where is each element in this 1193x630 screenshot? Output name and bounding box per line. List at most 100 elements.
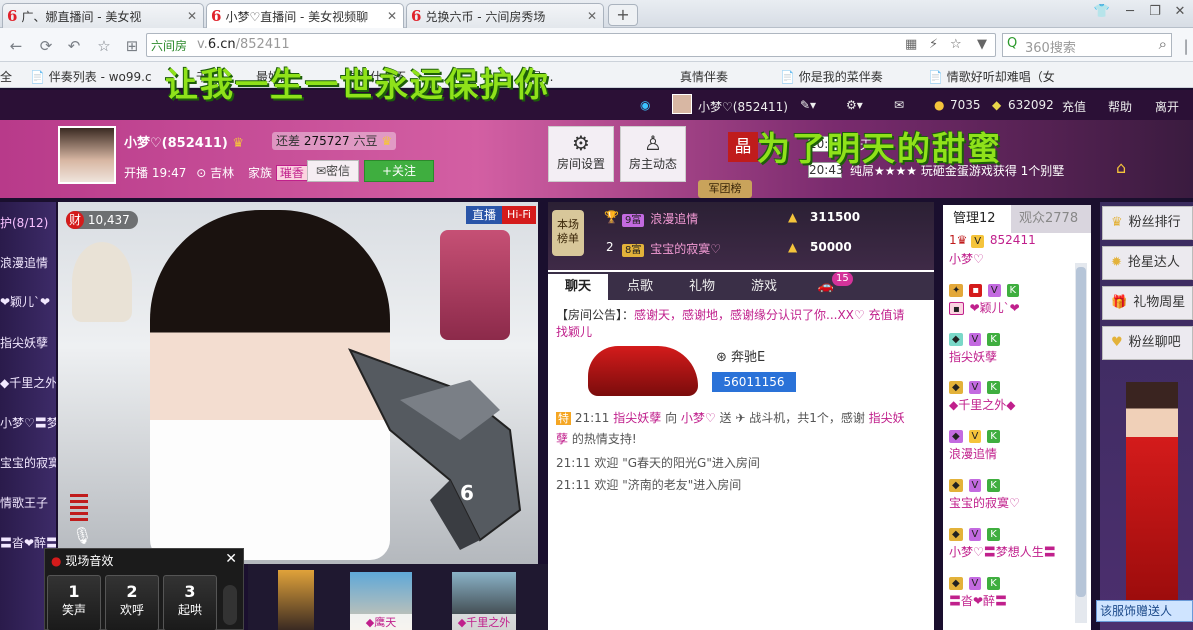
sfx-boo-button[interactable]: 3 起哄	[163, 575, 217, 630]
gift-weekly-button[interactable]: 🎁 礼物周星	[1102, 286, 1193, 320]
undo-icon[interactable]: ↶	[64, 36, 84, 56]
user-row[interactable]: ▪ ❤颖儿`❤	[949, 299, 1020, 316]
star-badge[interactable]: 晶	[728, 132, 758, 162]
tab-gift[interactable]: 礼物	[672, 274, 732, 300]
qrcode-icon[interactable]: ▦	[905, 37, 917, 52]
user-name[interactable]: 小梦♡	[949, 250, 984, 267]
bookmark-item[interactable]: 📄 伴奏列表 - wo99.c	[30, 68, 152, 85]
star-icon[interactable]: ☆	[94, 36, 114, 56]
guard-list-item[interactable]: ◆千里之外	[0, 374, 56, 391]
bookmark-item[interactable]: 📄 你是我的菜伴奏	[780, 68, 883, 85]
user-row[interactable]: ◆ V K	[949, 428, 1002, 443]
cartoon-avatar[interactable]	[278, 570, 314, 630]
minimize-icon[interactable]: ─	[1118, 2, 1142, 22]
ranking-row-1[interactable]: 9富 浪漫追情	[622, 210, 698, 227]
dropdown-arrow-icon[interactable]: ▼	[977, 37, 987, 52]
close-icon[interactable]: ✕	[387, 9, 397, 23]
user-row[interactable]: 1♛ V 852411	[949, 233, 1036, 248]
leave-link[interactable]: 离开	[1155, 98, 1179, 115]
user-name[interactable]: 浪漫追情	[949, 445, 997, 462]
streamer-meta: 开播 19:47 ⊙ 吉林 家族 璀香	[124, 164, 308, 181]
refresh-icon[interactable]: ⟳	[36, 36, 56, 56]
bookmark-item[interactable]: 真情伴奏	[680, 68, 728, 85]
search-icon[interactable]: ⌕	[1159, 35, 1167, 53]
tab-audience[interactable]: 观众2778	[1011, 205, 1091, 233]
maximize-icon[interactable]: ❐	[1143, 2, 1167, 22]
gear-icon[interactable]: ⚙▾	[846, 98, 863, 112]
room-settings-button[interactable]: ⚙ 房间设置	[548, 126, 614, 182]
menu-icon[interactable]: |	[1176, 36, 1193, 56]
fans-rank-button[interactable]: ♛ 粉丝排行	[1102, 206, 1193, 240]
browser-tab-3[interactable]: 6 兑换六币 - 六间房秀场 ✕	[406, 3, 604, 28]
bookmark-item[interactable]: 📄 情歌好听却难唱（女	[928, 68, 1055, 85]
tab-song[interactable]: 点歌	[610, 274, 670, 300]
user-row[interactable]: ◆ V K	[949, 477, 1002, 492]
user-row[interactable]: ◆ V K	[949, 526, 1002, 541]
ranking-row-2[interactable]: 8富 宝宝的寂寞♡	[622, 240, 721, 257]
ranking-value: 50000	[810, 240, 852, 254]
guard-list-item[interactable]: ❤颖儿`❤	[0, 293, 56, 310]
back-icon[interactable]: ←	[6, 36, 26, 56]
guard-list-item[interactable]: 浪漫追情	[0, 254, 56, 271]
user-name[interactable]: 宝宝的寂寞♡	[949, 494, 1020, 511]
k-icon: K	[987, 479, 1000, 492]
scroll-thumb[interactable]	[1076, 267, 1086, 597]
user-thumb[interactable]: ◆鹰天	[350, 572, 412, 630]
user-row[interactable]: ✦ ▪ V K	[949, 282, 1021, 297]
streamer-avatar[interactable]	[58, 126, 116, 184]
user-name[interactable]: 指尖妖孽	[949, 348, 997, 365]
user-avatar[interactable]	[672, 94, 692, 114]
close-icon[interactable]: ✕	[187, 9, 197, 23]
guard-list-item[interactable]: 情歌王子	[0, 494, 56, 511]
guard-list-item[interactable]: 宝宝的寂寞	[0, 454, 56, 471]
tab-title: 兑换六币 - 六间房秀场	[425, 9, 546, 24]
guard-list-item[interactable]: 指尖妖孽	[0, 334, 56, 351]
close-icon[interactable]: ✕	[587, 9, 597, 23]
guard-list-item[interactable]: 小梦♡〓梦	[0, 414, 56, 431]
microphone-icon[interactable]: 🎙	[72, 526, 92, 545]
user-name[interactable]: 小梦♡〓梦想人生〓	[949, 543, 1056, 560]
tab-game[interactable]: 游戏	[734, 274, 794, 300]
recharge-link[interactable]: 充值	[1062, 98, 1086, 115]
shirt-icon[interactable]: 👕	[1090, 2, 1114, 22]
sfx-scrollbar[interactable]	[223, 585, 237, 625]
army-rank-button[interactable]: 军团榜	[698, 180, 752, 198]
family-badge[interactable]: 璀香	[275, 165, 308, 181]
user-name[interactable]: 〓沓❤醉〓	[949, 592, 1007, 609]
tab-admins[interactable]: 管理12	[943, 205, 1011, 233]
close-window-icon[interactable]: ✕	[1168, 2, 1192, 22]
user-name[interactable]: ◆千里之外◆	[949, 396, 1015, 413]
follow-button[interactable]: +关注	[364, 160, 434, 182]
address-bar[interactable]: 六间房 v.6.cn/852411 ▦ ⚡ ☆ ▼	[146, 33, 996, 57]
user-row[interactable]: ◆ V K	[949, 379, 1002, 394]
sfx-cheer-button[interactable]: 2 欢呼	[105, 575, 159, 630]
favorite-star-icon[interactable]: ☆	[950, 37, 962, 52]
help-link[interactable]: 帮助	[1108, 98, 1132, 115]
user-thumb[interactable]: ◆千里之外	[452, 572, 516, 630]
sfx-laugh-button[interactable]: 1 笑声	[47, 575, 101, 630]
message-button[interactable]: ✉密信	[307, 160, 359, 182]
msg-recipient[interactable]: 小梦♡	[681, 411, 716, 425]
user-list-scrollbar[interactable]	[1075, 263, 1087, 623]
flash-icon[interactable]: ⚡	[929, 37, 938, 52]
edit-icon[interactable]: ✎▾	[800, 98, 816, 112]
browser-tab-1[interactable]: 6 广、娜直播间 - 美女视 ✕	[2, 3, 204, 28]
browser-tab-2[interactable]: 6 小梦♡直播间 - 美女视频聊 ✕	[206, 3, 404, 28]
tab-chat[interactable]: 聊天	[548, 274, 608, 300]
msg-sender[interactable]: 指尖妖孽	[613, 411, 661, 425]
badge-icon: ▪	[969, 284, 982, 297]
user-row[interactable]: ◆ V K	[949, 331, 1002, 346]
bookmark-item[interactable]: 全	[0, 68, 12, 85]
user-row[interactable]: ◆ V K	[949, 575, 1002, 590]
mail-icon[interactable]: ✉	[894, 98, 904, 112]
owner-activity-button[interactable]: ♙ 房主动态	[620, 126, 686, 182]
star-grab-button[interactable]: ✹ 抢星达人	[1102, 246, 1193, 280]
dress-gift-banner[interactable]: 该服饰赠送人	[1096, 600, 1193, 622]
car-plate: 56011156	[712, 372, 796, 392]
search-box[interactable]: Q 360搜索 ⌕	[1002, 33, 1172, 57]
close-icon[interactable]: ✕	[225, 551, 237, 567]
grid-icon[interactable]: ⊞	[122, 36, 142, 56]
current-user[interactable]: 小梦♡(852411)	[698, 98, 788, 115]
fans-chat-button[interactable]: ♥ 粉丝聊吧	[1102, 326, 1193, 360]
new-tab-button[interactable]: +	[608, 4, 638, 26]
